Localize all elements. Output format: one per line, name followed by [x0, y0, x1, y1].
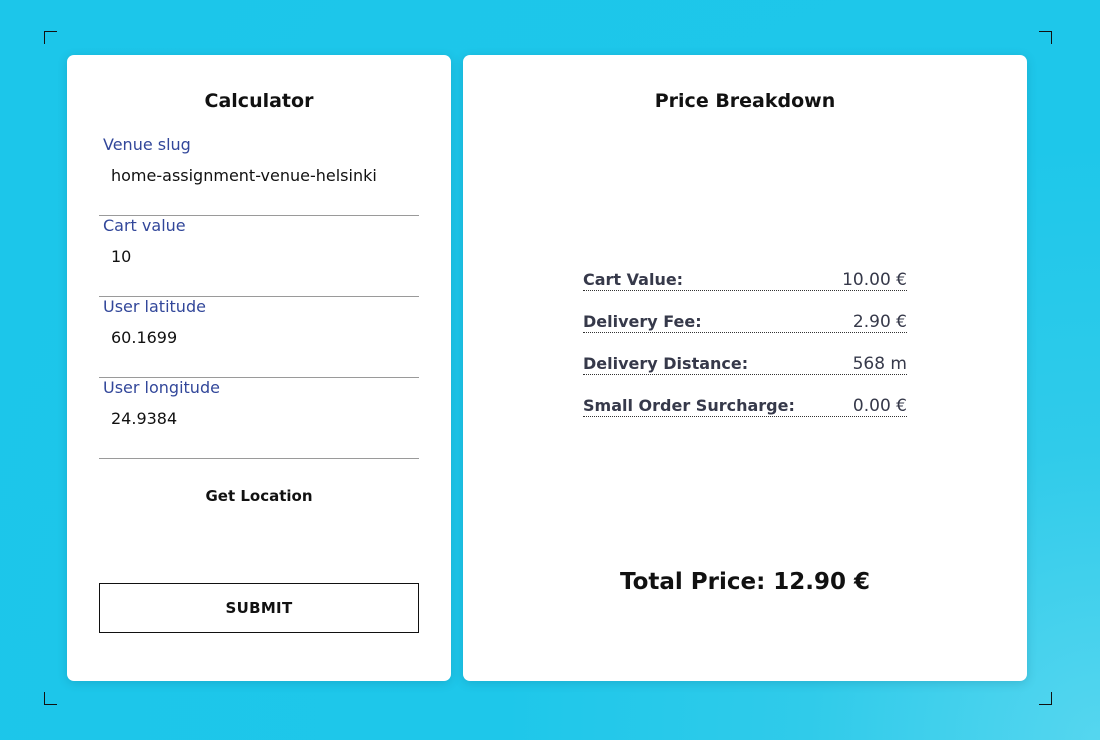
corner-mark-bottom-left	[44, 692, 57, 705]
user-longitude-label: User longitude	[103, 378, 220, 397]
corner-mark-bottom-right	[1039, 692, 1052, 705]
breakdown-row-small-order-surcharge: Small Order Surcharge: 0.00 €	[583, 391, 907, 417]
cart-value-field: Cart value	[99, 216, 419, 297]
total-price: Total Price: 12.90 €	[619, 569, 871, 595]
breakdown-label: Delivery Distance:	[583, 354, 749, 373]
corner-mark-top-left	[44, 31, 57, 44]
venue-slug-label: Venue slug	[103, 135, 191, 154]
breakdown-value: 2.90 €	[852, 312, 907, 332]
price-breakdown-card: Price Breakdown Cart Value: 10.00 € Deli…	[463, 55, 1027, 681]
cart-value-input[interactable]	[111, 243, 411, 269]
breakdown-row-delivery-distance: Delivery Distance: 568 m	[583, 349, 907, 375]
breakdown-value: 0.00 €	[852, 396, 907, 416]
breakdown-label: Delivery Fee:	[583, 312, 702, 331]
get-location-button[interactable]: Get Location	[99, 487, 419, 505]
submit-button[interactable]: SUBMIT	[99, 583, 419, 633]
user-latitude-field: User latitude	[99, 297, 419, 378]
venue-slug-field: Venue slug	[99, 135, 419, 216]
calculator-title: Calculator	[204, 90, 314, 112]
breakdown-row-cart-value: Cart Value: 10.00 €	[583, 265, 907, 291]
breakdown-label: Cart Value:	[583, 270, 684, 289]
user-latitude-input[interactable]	[111, 324, 411, 350]
user-longitude-input[interactable]	[111, 405, 411, 431]
user-latitude-label: User latitude	[103, 297, 206, 316]
breakdown-value: 10.00 €	[842, 270, 907, 290]
calculator-card: Calculator Venue slug Cart value User la…	[67, 55, 451, 681]
breakdown-label: Small Order Surcharge:	[583, 396, 795, 415]
breakdown-list: Cart Value: 10.00 € Delivery Fee: 2.90 €…	[583, 265, 907, 433]
price-breakdown-title: Price Breakdown	[654, 90, 836, 112]
cart-value-label: Cart value	[103, 216, 186, 235]
breakdown-value: 568 m	[852, 354, 907, 374]
breakdown-row-delivery-fee: Delivery Fee: 2.90 €	[583, 307, 907, 333]
user-longitude-field: User longitude	[99, 378, 419, 459]
venue-slug-input[interactable]	[111, 162, 411, 188]
corner-mark-top-right	[1039, 31, 1052, 44]
